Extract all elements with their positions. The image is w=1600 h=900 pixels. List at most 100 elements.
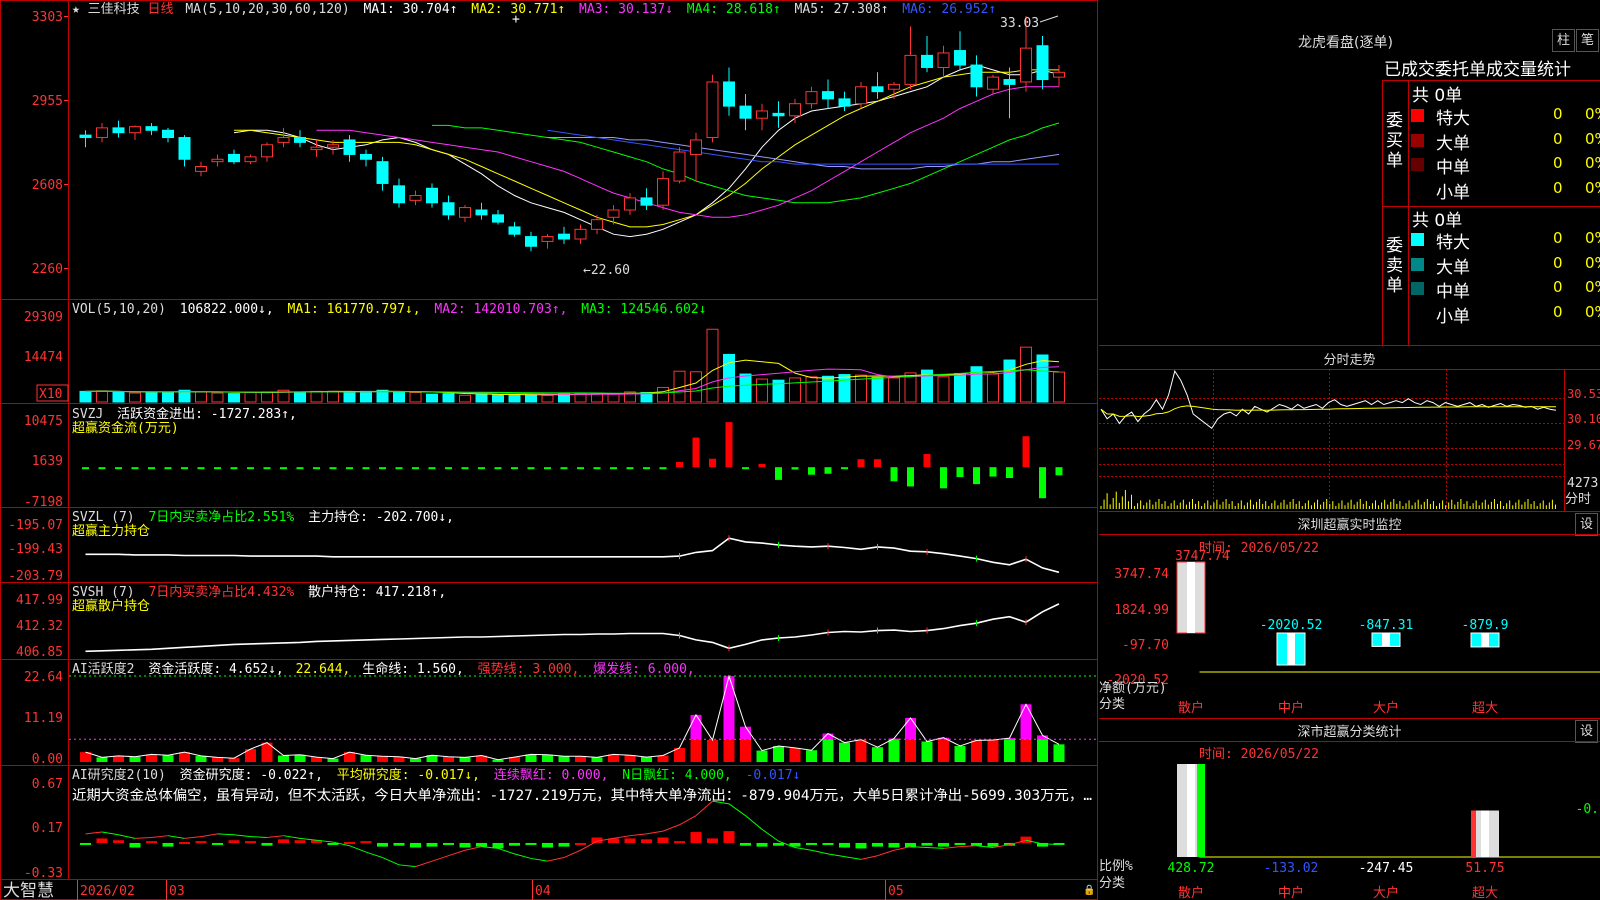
vol-bar [442,393,455,403]
order-color-swatch [1411,233,1424,246]
ai1-bar [954,746,966,762]
intraday-price-tick: 30.53 [1567,387,1600,401]
ai2-line-segment [382,857,400,866]
ai2-bar [921,842,933,846]
candle-body [937,52,950,68]
order-percent: 0% [1585,278,1600,296]
vol-header: VOL(5,10,20) 106822.000↓, MA1: 161770.79… [72,302,707,317]
order-row: 大单 0 0% [1411,253,1600,278]
ai2-line-segment [431,855,449,862]
candle-body [310,146,323,151]
svzj-tick: 10475 [24,414,63,429]
candle-body [244,156,257,163]
ai1-bar [558,756,570,762]
svzj-bar [181,467,188,470]
vol-bar [211,392,224,403]
ai2-bar [971,842,982,846]
svzj-bar [643,467,650,470]
ma-params: MA(5,10,20,30,60,120) [185,2,349,17]
vol-bar [1020,346,1032,403]
order-percent: 0% [1585,178,1600,197]
stats-chart: 75 50 25 0 比例% 分类 -0.18% 428.72散户-133.02… [1099,741,1600,900]
vol-bar [112,391,125,403]
intraday-vol-caption: 分时 [1565,492,1591,507]
monitor-category-label: 超大 [1472,701,1498,716]
date-axis: 2026/02 03 04 05 [80,884,904,899]
intraday-chart[interactable]: 30.53 30.10 29.67 4273 分时 [1099,345,1600,511]
vol-bar [1036,354,1049,403]
svzj-bar [98,467,106,470]
svzj-bar [362,467,370,470]
kline-chart-area[interactable]: 3303 2955 2608 2260 33.03 ←22.60 ★ 三佳科技 … [0,0,1098,900]
order-size-name: 大单 [1436,133,1470,154]
svzj-bar [395,467,403,470]
ai1-bars [69,674,1097,762]
ai2-bar [80,842,91,845]
ai2-line-segment [662,824,680,832]
intraday-volume-bars [1100,490,1556,509]
vol-tick: 14474 [24,350,63,365]
monitor-bar-highlight [1382,633,1390,647]
vol-bar [541,394,554,403]
candle-body [360,153,372,160]
ai1-bar [443,756,454,762]
order-row: 大单 0 0% [1411,129,1600,154]
chart-header: ★ 三佳科技 日线 MA(5,10,20,30,60,120) MA1: 30.… [72,2,996,17]
svzj-axis: 10475 1639 -7198 [24,414,63,510]
stats-category-label: 大户 [1373,885,1399,900]
vol-ma1: MA1: 161770.797↓, [288,302,421,317]
candle-body [756,110,768,119]
vol-tick: 29309 [24,310,63,325]
candle-body [1036,45,1049,81]
ai1-bar [377,756,388,762]
ai1-bar [723,739,735,762]
ai2-bar [822,842,834,845]
stats-value-label: -133.02 [1264,861,1319,876]
ai2-line-segment [349,845,367,853]
ma-lines [233,64,1060,238]
candle-body [640,197,653,206]
order-row: 特大 0 0% [1411,104,1600,129]
order-size-name: 小单 [1436,182,1470,203]
order-color-swatch [1411,257,1424,271]
ai2-bar [839,842,850,848]
vol-bar [294,391,306,403]
svzj-bar [709,458,716,468]
buy-side-label: 委买单 [1386,111,1403,171]
svzj-tick: 1639 [32,454,63,469]
ai2-line-segment [250,836,268,839]
ai2-line-segment [646,830,664,835]
ai1-bar [789,747,801,762]
stats-bar-edge [1197,764,1205,857]
monitor-tick: 3747.74 [1114,567,1169,582]
ai2-tick: 0.67 [32,777,63,792]
svzj-bar [544,467,551,470]
ai2-bar [410,842,421,848]
ai2-bar [954,842,966,845]
candle-body [211,158,224,163]
ai2-bar [707,838,718,843]
high-price-arrow [1039,15,1059,23]
stats-top-label: -0.18% [1576,802,1600,817]
stats-value-label: 51.75 [1465,861,1504,876]
order-size-name: 大单 [1436,257,1470,278]
period-label: 日线 [148,2,174,17]
ai2-tick: -0.33 [24,866,63,881]
ai2-tick: 0.17 [32,821,63,836]
svzj-subtitle: 超赢资金流(万元) [72,420,179,436]
ai2-bar [278,839,289,843]
ai2-bar [162,842,174,847]
vol-bar [1003,359,1016,403]
svzj-bar [494,467,502,470]
order-count: 0 [1553,178,1563,197]
ai1-max: 22.644, [296,662,351,677]
intraday-panel: 分时走势 30.53 30.10 29.67 4273 分时 [1099,345,1600,512]
candle-body [921,54,933,68]
order-count: 0 [1553,229,1563,247]
ai2-research: 资金研究度: -0.022↑, [180,767,323,783]
candle-body [1053,71,1065,78]
vol-bar [261,391,273,403]
monitor-category-label: 散户 [1178,700,1204,716]
candle-body [277,137,290,143]
date-tick: 2026/02 [80,884,135,899]
